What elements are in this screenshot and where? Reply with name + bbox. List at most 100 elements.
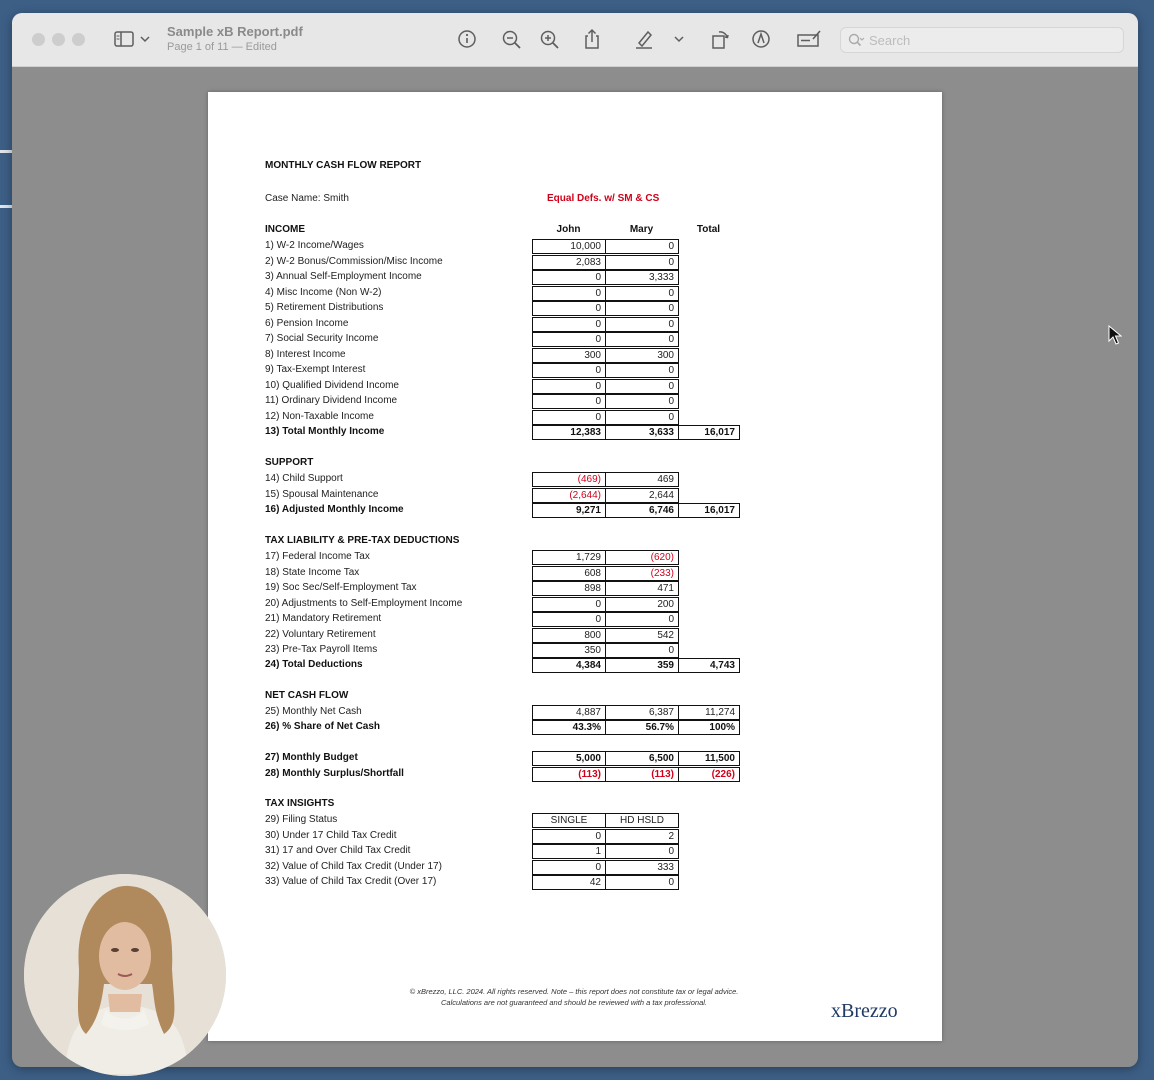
mary-value-cell: 2 (605, 828, 679, 844)
row-label: 11) Ordinary Dividend Income (265, 395, 398, 406)
row-label: 13) Total Monthly Income (265, 426, 385, 437)
row-label: 21) Mandatory Retirement (265, 613, 382, 624)
john-value-cell: 0 (532, 612, 606, 627)
chevron-down-icon[interactable] (672, 27, 686, 51)
row-label: 24) Total Deductions (265, 659, 363, 670)
section-heading: SUPPORT (265, 457, 314, 468)
row-label: 5) Retirement Distributions (265, 302, 384, 313)
total-value-cell: 11,500 (678, 751, 740, 766)
mary-value-cell: 3,333 (605, 270, 679, 285)
mary-value-cell: 6,746 (605, 503, 679, 518)
row-label: 31) 17 and Over Child Tax Credit (265, 845, 411, 856)
minimize-button[interactable] (52, 33, 65, 46)
section-heading: TAX INSIGHTS (265, 798, 335, 809)
row-label: 16) Adjusted Monthly Income (265, 504, 404, 515)
john-value-cell: 0 (532, 596, 606, 612)
mary-value-cell: 0 (605, 254, 679, 270)
row-label: 23) Pre-Tax Payroll Items (265, 644, 378, 655)
zoom-out-icon[interactable] (499, 27, 525, 51)
total-value-cell: 16,017 (678, 503, 740, 518)
search-placeholder: Search (869, 33, 911, 48)
mary-value-cell: 542 (605, 627, 679, 643)
john-value-cell: 12,383 (532, 425, 606, 440)
john-value-cell: 0 (532, 270, 606, 285)
john-value-cell: (113) (532, 767, 606, 782)
john-value-cell: 2,083 (532, 254, 606, 270)
john-value-cell: 0 (532, 332, 606, 347)
report-title: MONTHLY CASH FLOW REPORT (265, 160, 422, 171)
total-value-cell: 16,017 (678, 425, 740, 440)
mary-value-cell: 0 (605, 875, 679, 890)
mary-value-cell: 0 (605, 285, 679, 301)
share-icon[interactable] (579, 27, 605, 51)
mary-value-cell: 0 (605, 239, 679, 254)
john-value-cell: 800 (532, 627, 606, 643)
document-title[interactable]: Sample xB Report.pdf (167, 24, 303, 39)
column-header-john: John (556, 224, 581, 235)
mary-value-cell: 200 (605, 596, 679, 612)
info-icon[interactable] (454, 27, 480, 51)
toolbar: Sample xB Report.pdf Page 1 of 11 — Edit… (12, 13, 1138, 67)
row-label: 3) Annual Self-Employment Income (265, 271, 422, 282)
chevron-down-icon[interactable] (138, 27, 152, 51)
row-label: 19) Soc Sec/Self-Employment Tax (265, 582, 417, 593)
john-value-cell: 9,271 (532, 503, 606, 518)
section-heading: TAX LIABILITY & PRE-TAX DEDUCTIONS (265, 535, 460, 546)
footer-disclaimer: Calculations are not guaranteed and shou… (440, 998, 707, 1007)
row-label: 33) Value of Child Tax Credit (Over 17) (265, 876, 437, 887)
row-label: 22) Voluntary Retirement (265, 628, 376, 640)
mary-value-cell: 6,387 (605, 705, 679, 720)
row-label: 1) W-2 Income/Wages (265, 240, 364, 251)
mouse-cursor (1108, 324, 1123, 345)
john-value-cell: 43.3% (532, 720, 606, 735)
mary-value-cell: 333 (605, 859, 679, 875)
row-label: 4) Misc Income (Non W-2) (265, 286, 382, 298)
mary-value-cell: 0 (605, 394, 679, 409)
search-icon (847, 32, 865, 48)
document-subtitle: Page 1 of 11 — Edited (167, 41, 277, 53)
rotate-icon[interactable] (707, 27, 733, 51)
markup-icon[interactable] (748, 27, 774, 51)
row-label: 9) Tax-Exempt Interest (265, 364, 366, 375)
footer-disclaimer: © xBrezzo, LLC. 2024. All rights reserve… (409, 987, 739, 996)
row-label: 25) Monthly Net Cash (265, 706, 362, 717)
sidebar-icon[interactable] (112, 27, 138, 51)
row-label: 6) Pension Income (265, 317, 349, 329)
column-header-total: Total (696, 224, 721, 235)
xbrezzo-logo: xBrezzo (831, 1000, 898, 1022)
john-value-cell: 10,000 (532, 239, 606, 254)
john-value-cell: SINGLE (532, 813, 606, 828)
close-button[interactable] (32, 33, 45, 46)
row-label: 29) Filing Status (265, 814, 338, 825)
john-value-cell: 0 (532, 363, 606, 378)
mary-value-cell: 0 (605, 612, 679, 627)
mary-value-cell: 56.7% (605, 720, 679, 735)
john-value-cell: 0 (532, 394, 606, 409)
section-heading: NET CASH FLOW (265, 690, 349, 701)
mary-value-cell: 300 (605, 347, 679, 363)
row-label: 32) Value of Child Tax Credit (Under 17) (265, 860, 442, 872)
column-header-mary: Mary (629, 224, 654, 235)
zoom-button[interactable] (72, 33, 85, 46)
row-label: 10) Qualified Dividend Income (265, 379, 399, 391)
mary-value-cell: 0 (605, 363, 679, 378)
mary-value-cell: 0 (605, 316, 679, 332)
search-field[interactable]: Search (840, 27, 1124, 53)
john-value-cell: 0 (532, 316, 606, 332)
row-label: 14) Child Support (265, 473, 343, 484)
row-label: 28) Monthly Surplus/Shortfall (265, 768, 404, 779)
pdf-page[interactable]: MONTHLY CASH FLOW REPORT Case Name: Smit… (208, 92, 942, 1041)
john-value-cell: 0 (532, 409, 606, 425)
zoom-in-icon[interactable] (537, 27, 563, 51)
john-value-cell: 0 (532, 859, 606, 875)
mary-value-cell: (113) (605, 767, 679, 782)
total-value-cell: 100% (678, 720, 740, 735)
john-value-cell: 0 (532, 301, 606, 316)
john-value-cell: (469) (532, 472, 606, 487)
form-icon[interactable] (795, 27, 823, 51)
row-label: 27) Monthly Budget (265, 752, 358, 763)
desktop-edge-mark (0, 205, 12, 208)
highlight-icon[interactable] (631, 27, 657, 51)
row-label: 2) W-2 Bonus/Commission/Misc Income (265, 255, 443, 267)
mary-value-cell: 0 (605, 332, 679, 347)
